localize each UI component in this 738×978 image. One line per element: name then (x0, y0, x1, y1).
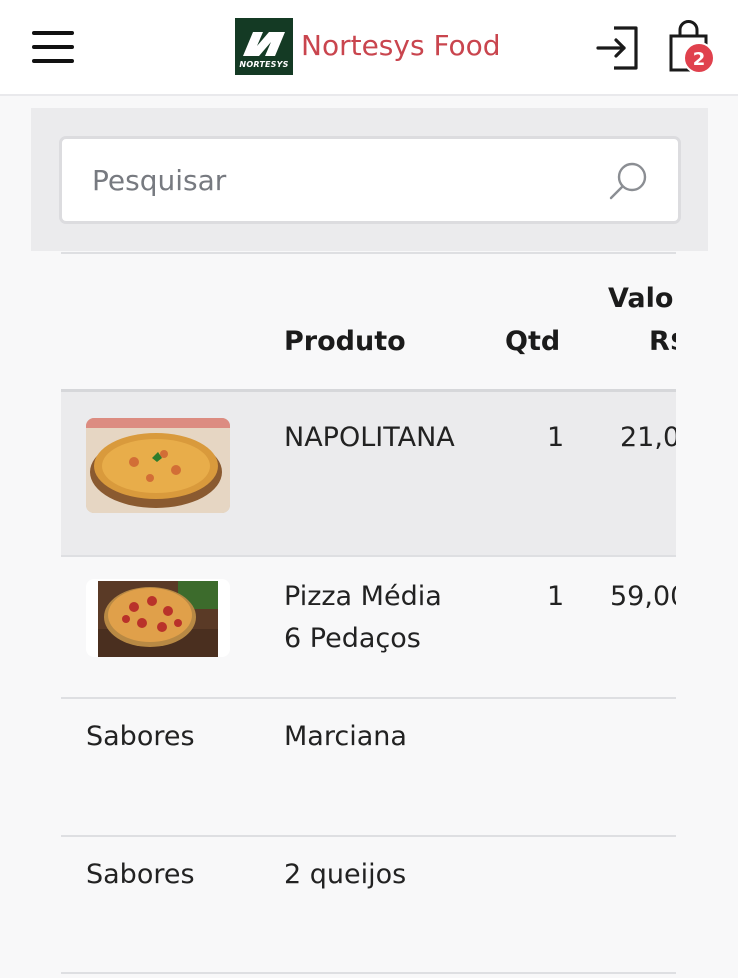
product-value: 21,00 (620, 422, 676, 453)
brand-logo[interactable]: NORTESYS (235, 18, 293, 75)
pizza-image (86, 418, 230, 513)
header-valor-line2: R$ (649, 326, 676, 357)
cart-table: Produto Qtd Valo R$ NAPOLITANA 1 21,00 (61, 252, 676, 978)
logo-wordmark: NORTESYS (239, 60, 289, 69)
app-header: NORTESYS Nortesys Food 2 (0, 0, 738, 96)
flavor-label: Sabores (86, 721, 195, 752)
flavor-value: Marciana (284, 721, 407, 752)
brand-name[interactable]: Nortesys Food (301, 26, 501, 66)
product-image-pizza-media[interactable] (86, 579, 230, 657)
flavor-row: Sabores 2 queijos (61, 837, 676, 973)
flavor-label: Sabores (86, 859, 195, 890)
menu-icon[interactable] (32, 31, 74, 63)
table-header: Produto Qtd Valo R$ (61, 252, 676, 389)
product-name-line1: Pizza Média (284, 581, 442, 612)
divider (61, 972, 676, 974)
flavor-row: Sabores Marciana (61, 699, 676, 835)
table-row[interactable]: Pizza Média 6 Pedaços 1 59,00 (61, 557, 676, 697)
cart-count-badge: 2 (683, 42, 715, 74)
pizza-image (98, 581, 218, 657)
product-name: NAPOLITANA (284, 422, 455, 453)
search-input[interactable] (92, 139, 592, 221)
header-qtd: Qtd (505, 326, 561, 357)
flavor-value: 2 queijos (284, 859, 407, 890)
product-image-napolitana[interactable] (86, 418, 230, 513)
search-icon[interactable] (607, 159, 651, 203)
header-produto: Produto (284, 326, 406, 357)
product-value: 59,00 (610, 581, 676, 612)
product-qty: 1 (547, 581, 565, 612)
product-name-line2: 6 Pedaços (284, 623, 421, 654)
table-row[interactable]: NAPOLITANA 1 21,00 (61, 392, 676, 555)
login-icon[interactable] (596, 24, 642, 72)
logo-mark-icon (243, 32, 285, 56)
product-qty: 1 (547, 422, 565, 453)
search-box (59, 136, 681, 224)
header-valor-line1: Valo (608, 283, 674, 314)
